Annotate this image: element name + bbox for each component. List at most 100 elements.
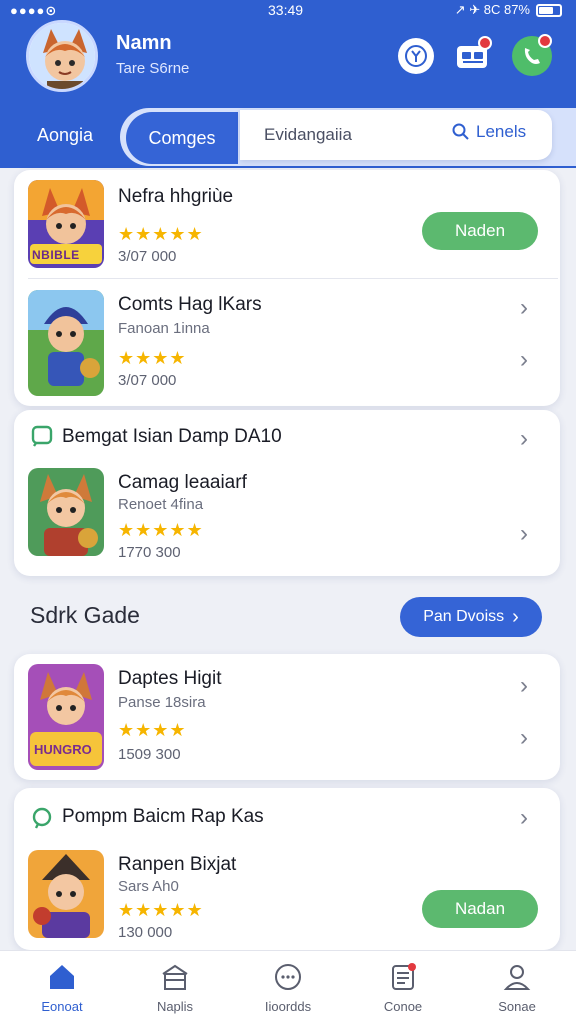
chevron-right-icon[interactable]: › bbox=[512, 522, 536, 546]
profile-subtitle: Tare S6rne bbox=[116, 60, 190, 77]
nav-label: Naplis bbox=[156, 999, 194, 1014]
group-card: Pompm Baicm Rap Kas › Ranpen Bixjat Sars… bbox=[14, 788, 560, 950]
signal-indicator: ●●●●⊙ bbox=[10, 3, 58, 18]
nav-label: Eonoat bbox=[41, 999, 83, 1014]
game-thumbnail bbox=[28, 468, 104, 556]
group-header[interactable]: Bemgat Isian Damp DA10 › bbox=[14, 410, 560, 464]
game-title: Nefra hhgriùe bbox=[118, 186, 234, 207]
chat-bubble-icon bbox=[32, 807, 52, 829]
group-title: Pompm Baicm Rap Kas bbox=[62, 806, 264, 827]
tab-label: Comges bbox=[148, 127, 216, 148]
gift-icon bbox=[405, 45, 427, 67]
chevron-right-icon[interactable]: › bbox=[512, 296, 536, 320]
nav-chat[interactable]: Iioordds bbox=[243, 961, 333, 1014]
star-rating: ★★★★★ bbox=[118, 224, 204, 244]
tab-aongia[interactable]: Aongia bbox=[0, 102, 130, 168]
status-bar: ●●●●⊙ 33:49 ↗ ✈ 8C 87% bbox=[0, 0, 576, 22]
gift-button[interactable] bbox=[398, 38, 434, 74]
call-badge bbox=[538, 34, 552, 48]
download-count: 3/07 000 bbox=[118, 248, 177, 265]
nav-home[interactable]: Eonoat bbox=[17, 961, 107, 1014]
star-rating: ★★★★ bbox=[118, 720, 187, 740]
download-count: 1509 300 bbox=[118, 746, 181, 763]
nav-label: Iioordds bbox=[264, 999, 312, 1014]
list-item[interactable]: NBIBLE Nefra hhgriùe ★★★★★ 3/07 000 Nade… bbox=[14, 170, 560, 278]
square-chat-icon bbox=[31, 425, 53, 447]
nav-store[interactable]: Naplis bbox=[130, 961, 220, 1014]
phone-icon bbox=[524, 48, 540, 64]
status-indicators: ↗ ✈ 8C 87% bbox=[454, 2, 530, 17]
messages-button[interactable] bbox=[452, 36, 494, 74]
list-item[interactable]: Ranpen Bixjat Sars Ah0 ★★★★★ 130 000 Nad… bbox=[14, 846, 560, 950]
group-header[interactable]: Pompm Baicm Rap Kas › bbox=[14, 788, 560, 846]
tabs-row: Aongia Comges Evidangaiia Lenels bbox=[0, 102, 576, 168]
game-banner-text: NBIBLE bbox=[32, 248, 80, 262]
battery-icon bbox=[536, 3, 562, 17]
search-text: Evidangaiia bbox=[264, 125, 352, 144]
section-heading: Sdrk Gade bbox=[30, 602, 140, 628]
list-item[interactable]: Comts Hag lKars Fanoan 1inna ★★★★ 3/07 0… bbox=[14, 278, 560, 406]
tab-comges[interactable]: Comges bbox=[126, 112, 238, 164]
download-count: 3/07 000 bbox=[118, 372, 177, 389]
download-count: 1770 300 bbox=[118, 544, 181, 561]
group-title: Bemgat Isian Damp DA10 bbox=[62, 426, 282, 447]
profile-name: Namn bbox=[116, 32, 172, 54]
game-title: Daptes Higit bbox=[118, 668, 222, 689]
nav-label: Sonae bbox=[498, 999, 536, 1014]
game-thumbnail bbox=[28, 850, 104, 938]
game-art bbox=[28, 290, 104, 396]
install-button[interactable]: Nadan bbox=[422, 890, 538, 928]
see-more-label: Pan Dvoiss bbox=[423, 608, 505, 625]
nav-label: Conoe bbox=[383, 999, 423, 1014]
star-rating: ★★★★★ bbox=[118, 900, 204, 920]
install-button[interactable]: Naden bbox=[422, 212, 538, 250]
home-icon bbox=[50, 965, 74, 989]
nav-notes[interactable]: Conoe bbox=[358, 961, 448, 1014]
search-button[interactable]: Lenels bbox=[452, 122, 526, 142]
chevron-right-icon[interactable]: › bbox=[512, 674, 536, 698]
status-right-group: ↗ ✈ 8C 87% bbox=[455, 2, 562, 18]
bottom-nav: Eonoat Naplis Iioordds Conoe Sonae bbox=[0, 950, 576, 1024]
game-subtitle: Panse 18sira bbox=[118, 694, 206, 711]
game-art bbox=[28, 850, 104, 938]
chat-icon bbox=[275, 964, 301, 990]
game-thumbnail: HUNGRO bbox=[28, 664, 104, 770]
game-subtitle: Fanoan 1inna bbox=[118, 320, 210, 337]
chevron-right-icon[interactable]: › bbox=[512, 726, 536, 750]
list-item[interactable]: HUNGRO Daptes Higit Panse 18sira ★★★★ 15… bbox=[14, 654, 560, 780]
game-title: Comts Hag lKars bbox=[118, 294, 262, 315]
chevron-right-icon[interactable]: › bbox=[512, 427, 536, 451]
see-more-button[interactable]: Pan Dvoiss › bbox=[400, 597, 542, 637]
star-rating: ★★★★★ bbox=[118, 520, 204, 540]
game-title: Camag leaaiarf bbox=[118, 472, 247, 493]
profile-icon bbox=[503, 965, 531, 990]
nav-profile[interactable]: Sonae bbox=[472, 961, 562, 1014]
tab-label: Aongia bbox=[36, 124, 94, 145]
download-count: 130 000 bbox=[118, 924, 173, 941]
store-icon bbox=[162, 964, 188, 990]
group-card: Bemgat Isian Damp DA10 › Camag leaaiarf … bbox=[14, 410, 560, 576]
chevron-right-icon: › bbox=[512, 605, 519, 628]
game-card: HUNGRO Daptes Higit Panse 18sira ★★★★ 15… bbox=[14, 654, 560, 780]
star-rating: ★★★★ bbox=[118, 348, 187, 368]
chevron-right-icon[interactable]: › bbox=[512, 348, 536, 372]
install-button-label: Naden bbox=[454, 221, 506, 240]
featured-card: NBIBLE Nefra hhgriùe ★★★★★ 3/07 000 Nade… bbox=[14, 170, 560, 406]
game-banner-text: HUNGRO bbox=[34, 742, 92, 757]
status-time: 33:49 bbox=[268, 2, 304, 18]
install-button-label: Nadan bbox=[454, 899, 506, 918]
chevron-right-icon[interactable]: › bbox=[512, 806, 536, 830]
game-title: Ranpen Bixjat bbox=[118, 854, 237, 875]
avatar[interactable] bbox=[26, 20, 98, 92]
call-button[interactable] bbox=[512, 34, 552, 76]
game-art bbox=[28, 468, 104, 556]
game-subtitle: Renoet 4fina bbox=[118, 496, 204, 513]
search-input[interactable]: Evidangaiia Lenels bbox=[240, 110, 552, 160]
list-item[interactable]: Camag leaaiarf Renoet 4fina ★★★★★ 1770 3… bbox=[14, 464, 560, 576]
search-icon bbox=[452, 123, 469, 140]
notification-badge bbox=[478, 36, 492, 50]
notes-icon bbox=[392, 963, 416, 990]
search-button-label: Lenels bbox=[476, 122, 527, 141]
game-thumbnail: NBIBLE bbox=[28, 180, 104, 268]
game-subtitle: Sars Ah0 bbox=[118, 878, 179, 895]
